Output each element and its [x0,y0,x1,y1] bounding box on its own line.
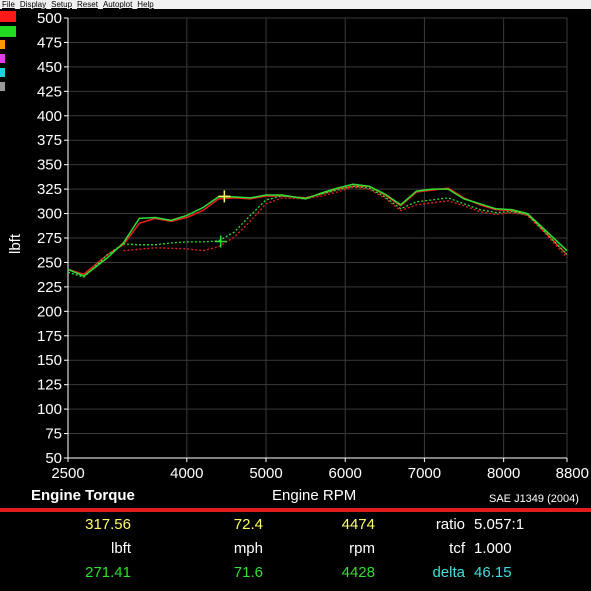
ratio-label: ratio [435,516,465,533]
x-axis-label: Engine RPM [272,487,357,504]
x-tick-label: 5000 [249,465,282,482]
y-tick-label: 150 [37,352,62,369]
unit-mph: mph [233,540,263,557]
x-tick-label: 8800 [556,465,589,482]
series-line-3 [67,185,568,278]
x-tick-label: 6000 [329,465,362,482]
delta-label: delta [432,564,465,581]
unit-lbft: lbft [110,540,131,557]
y-tick-label: 250 [37,254,62,271]
y-tick-label: 450 [37,59,62,76]
yellow-lbft: 317.56 [85,516,131,533]
series-line-0 [67,185,568,275]
x-tick-label: 4000 [170,465,203,482]
y-tick-label: 375 [37,132,62,149]
cursor-crosshair-1[interactable] [214,235,227,248]
y-tick-label: 350 [37,157,62,174]
y-tick-label: 225 [37,279,62,296]
green-rpm: 4428 [341,564,375,581]
correction-standard: SAE J1349 (2004) [489,493,579,505]
green-lbft: 271.41 [85,564,131,581]
grid-horizontal [68,17,567,435]
y-tick-label: 475 [37,34,62,51]
tcf-label: tcf [449,540,465,557]
x-tick-label: 7000 [408,465,441,482]
y-axis-label: lbft [7,233,24,254]
y-tick-label: 425 [37,83,62,100]
series-group [67,183,568,278]
yellow-mph: 72.4 [233,516,263,533]
y-tick-label: 175 [37,328,62,345]
green-mph: 71.6 [233,564,263,581]
y-tick-label: 325 [37,181,62,198]
ratio-value: 5.057:1 [474,516,525,533]
red-divider [0,508,591,512]
x-tick-label: 8000 [487,465,520,482]
y-tick-label: 400 [37,108,62,125]
tcf-value: 1.000 [474,540,512,557]
cursor-crosshair-0[interactable] [218,190,231,203]
y-tick-label: 275 [37,230,62,247]
y-tick-label: 500 [37,10,62,27]
delta-value: 46.15 [474,564,512,581]
y-tick-label: 200 [37,303,62,320]
y-ticks: 5075100125150175200225250275300325350375… [37,10,68,467]
y-tick-label: 100 [37,401,62,418]
x-ticks: 2500 4000 5000 6000 7000 8000 8800 [51,458,589,482]
yellow-rpm: 4474 [341,516,375,533]
y-tick-label: 75 [45,426,62,443]
y-tick-label: 125 [37,377,62,394]
chart-title: Engine Torque [31,487,135,504]
x-tick-label: 2500 [51,465,84,482]
y-tick-label: 300 [37,206,62,223]
unit-rpm: rpm [349,540,375,557]
